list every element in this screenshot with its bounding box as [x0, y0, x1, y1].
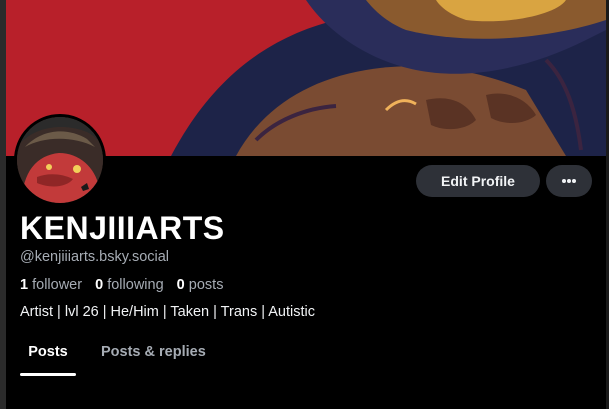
posts-count: 0	[176, 277, 185, 293]
edit-profile-button[interactable]: Edit Profile	[416, 165, 540, 197]
posts-label: posts	[188, 277, 224, 293]
profile-page: Edit Profile KENJIIIARTS @kenjiiiarts.bs…	[0, 0, 609, 409]
profile-handle: @kenjiiiarts.bsky.social	[20, 249, 170, 265]
display-name: KENJIIIARTS	[20, 210, 225, 246]
profile-avatar[interactable]	[14, 114, 106, 206]
tab-posts-and-replies-label: Posts & replies	[101, 344, 206, 360]
tab-posts-and-replies[interactable]: Posts & replies	[101, 340, 206, 360]
tab-posts-label: Posts	[28, 344, 68, 360]
followers-count: 1	[20, 277, 29, 293]
more-options-button[interactable]	[546, 165, 592, 197]
tab-posts[interactable]: Posts	[20, 340, 76, 376]
profile-stats: 1 follower 0 following 0 posts	[20, 277, 232, 293]
followers-label: follower	[32, 277, 83, 293]
profile-bio: Artist | lvl 26 | He/Him | Taken | Trans…	[20, 304, 315, 320]
followers-stat[interactable]: 1 follower	[20, 277, 82, 293]
active-tab-indicator	[20, 373, 76, 376]
following-stat[interactable]: 0 following	[95, 277, 164, 293]
ellipsis-icon	[562, 179, 576, 183]
following-count: 0	[95, 277, 104, 293]
following-label: following	[107, 277, 164, 293]
posts-stat: 0 posts	[177, 277, 224, 293]
